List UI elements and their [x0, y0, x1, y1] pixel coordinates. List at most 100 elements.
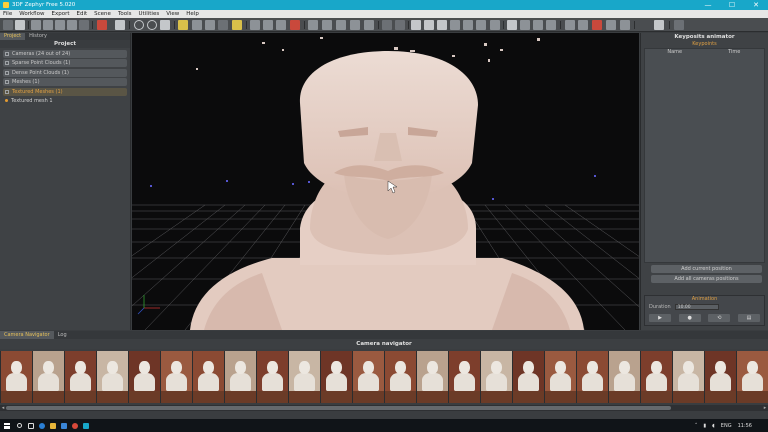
filmstrip-scrollbar[interactable]: ◂ ▸ [0, 405, 768, 411]
move-icon[interactable] [276, 20, 286, 30]
dense-icon[interactable] [546, 20, 556, 30]
camera-thumbnail[interactable] [289, 351, 320, 403]
plane-icon[interactable] [336, 20, 346, 30]
pan-icon[interactable] [160, 20, 170, 30]
lasso-icon[interactable] [263, 20, 273, 30]
shading-icon[interactable] [205, 20, 215, 30]
camera-thumbnail[interactable] [513, 351, 544, 403]
tree-item-sparse-clouds[interactable]: Sparse Point Clouds (1) [3, 59, 127, 67]
crop-icon[interactable] [350, 20, 360, 30]
clean-icon[interactable] [520, 20, 530, 30]
light-bulb-icon[interactable] [178, 20, 188, 30]
camera-thumbnail[interactable] [737, 351, 768, 403]
menu-tools[interactable]: Tools [118, 11, 132, 17]
shrink-icon[interactable] [490, 20, 500, 30]
volume-icon[interactable]: ◖ [712, 423, 715, 429]
menu-scene[interactable]: Scene [94, 11, 111, 17]
box-select-icon[interactable] [308, 20, 318, 30]
add-current-position-button[interactable]: Add current position [651, 265, 762, 273]
brush-icon[interactable] [232, 20, 242, 30]
3d-viewport[interactable] [132, 33, 639, 330]
scale-icon[interactable] [606, 20, 616, 30]
delete-icon[interactable] [290, 20, 300, 30]
tree-item-dense-clouds[interactable]: Dense Point Clouds (1) [3, 68, 127, 77]
tray-chevron-icon[interactable]: ˄ [695, 423, 698, 429]
export-video-button[interactable]: ▤ [737, 314, 760, 322]
camera-thumbnail[interactable] [161, 351, 192, 403]
clock[interactable]: 11:56 [738, 423, 752, 429]
menu-export[interactable]: Export [51, 11, 69, 17]
tab-log[interactable]: Log [54, 331, 71, 339]
redo-icon[interactable] [395, 20, 405, 30]
tab-camera-navigator[interactable]: Camera Navigator [0, 331, 54, 339]
camera-thumbnail[interactable] [193, 351, 224, 403]
texture-icon[interactable] [218, 20, 228, 30]
minimize-button[interactable]: — [696, 0, 720, 10]
camera-thumbnail[interactable] [97, 351, 128, 403]
duration-input[interactable]: 10.00 [674, 304, 719, 310]
scroll-right-icon[interactable]: ▸ [762, 405, 768, 411]
camera-thumbnail[interactable] [257, 351, 288, 403]
camera-thumbnail[interactable] [481, 351, 512, 403]
column-time[interactable]: Time [705, 49, 765, 56]
file-explorer-icon[interactable] [47, 419, 58, 432]
camera-thumbnail[interactable] [321, 351, 352, 403]
sparse-icon[interactable] [533, 20, 543, 30]
close-button[interactable]: ✕ [744, 0, 768, 10]
camera-thumbnail[interactable] [449, 351, 480, 403]
invert-icon[interactable] [450, 20, 460, 30]
language-indicator[interactable]: ENG [721, 423, 732, 429]
menu-view[interactable]: View [166, 11, 179, 17]
menu-edit[interactable]: Edit [77, 11, 88, 17]
fill-icon[interactable] [437, 20, 447, 30]
select-icon[interactable] [250, 20, 260, 30]
camera-thumbnail[interactable] [129, 351, 160, 403]
tree-item-textured-meshes[interactable]: Textured Meshes (1) [3, 87, 127, 96]
points-icon[interactable] [55, 20, 65, 30]
expand-icon[interactable] [476, 20, 486, 30]
new-project-icon[interactable] [3, 20, 13, 30]
orbit-icon[interactable] [134, 20, 144, 30]
camera-thumbnail[interactable] [225, 351, 256, 403]
start-button[interactable] [0, 419, 14, 432]
filter-icon[interactable] [507, 20, 517, 30]
select-arrow-icon[interactable] [424, 20, 434, 30]
rotate-icon[interactable] [147, 20, 157, 30]
tree-subitem-textured-mesh[interactable]: Textured mesh 1 [5, 98, 127, 104]
axis-icon[interactable] [592, 20, 602, 30]
menu-utilities[interactable]: Utilities [139, 11, 160, 17]
menu-help[interactable]: Help [186, 11, 199, 17]
camera-thumbnail[interactable] [641, 351, 672, 403]
record-icon[interactable] [97, 20, 107, 30]
camera-thumbnail[interactable] [545, 351, 576, 403]
mask-icon[interactable] [364, 20, 374, 30]
open-project-icon[interactable] [15, 20, 25, 30]
camera-thumbnail[interactable] [417, 351, 448, 403]
maximize-button[interactable]: ☐ [720, 0, 744, 10]
grid-icon[interactable] [43, 20, 53, 30]
edge-browser-icon[interactable] [36, 419, 47, 432]
camera-thumbnail[interactable] [1, 351, 32, 403]
network-icon[interactable]: ▮ [703, 423, 706, 429]
help-icon[interactable] [674, 20, 684, 30]
camera-thumbnail[interactable] [65, 351, 96, 403]
search-icon[interactable] [14, 419, 25, 432]
record-button[interactable]: ● [678, 314, 701, 322]
box-icon[interactable] [322, 20, 332, 30]
screenshot-icon[interactable] [115, 20, 125, 30]
undo-icon[interactable] [382, 20, 392, 30]
gcp-icon[interactable] [565, 20, 575, 30]
task-view-icon[interactable] [25, 419, 36, 432]
level-icon[interactable] [620, 20, 630, 30]
vr-headset-icon[interactable] [654, 20, 664, 30]
tab-history[interactable]: History [25, 33, 51, 40]
camera-thumbnail[interactable] [353, 351, 384, 403]
transform-icon[interactable] [578, 20, 588, 30]
keypoints-table[interactable]: Name Time [644, 48, 765, 263]
mesh-icon[interactable] [79, 20, 89, 30]
camera-thumbnail[interactable] [673, 351, 704, 403]
play-button[interactable]: ▶ [649, 314, 671, 322]
measure-icon[interactable] [411, 20, 421, 30]
camera-view-icon[interactable] [31, 20, 41, 30]
dense-points-icon[interactable] [67, 20, 77, 30]
